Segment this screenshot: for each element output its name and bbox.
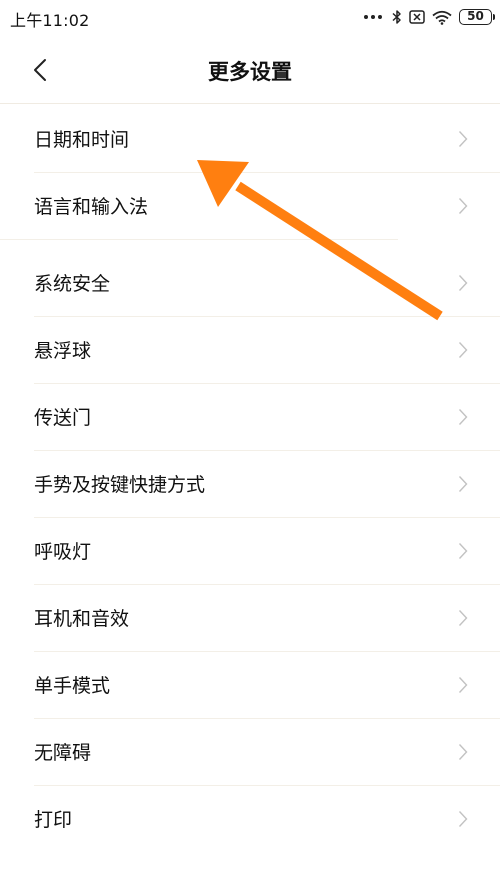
settings-item-label: 呼吸灯 — [34, 541, 92, 563]
chevron-right-icon — [458, 676, 468, 693]
settings-item-label: 单手模式 — [34, 675, 111, 697]
settings-item-gesture-shortcuts[interactable]: 手势及按键快捷方式 — [0, 450, 500, 517]
chevron-right-icon — [458, 341, 468, 358]
settings-item-label: 传送门 — [34, 407, 92, 429]
bluetooth-icon — [392, 10, 401, 24]
settings-item-one-handed-mode[interactable]: 单手模式 — [0, 651, 500, 718]
group-divider — [0, 239, 500, 249]
settings-list: 日期和时间 语言和输入法 系统安全 悬浮球 传送门 手势及按键快捷方式 呼吸灯 — [0, 105, 500, 852]
settings-item-accessibility[interactable]: 无障碍 — [0, 718, 500, 785]
chevron-right-icon — [458, 810, 468, 827]
settings-item-label: 系统安全 — [34, 273, 111, 295]
settings-item-label: 悬浮球 — [34, 340, 92, 362]
settings-item-label: 日期和时间 — [34, 129, 130, 151]
status-icons: 50 — [357, 6, 495, 28]
settings-item-date-time[interactable]: 日期和时间 — [0, 105, 500, 172]
settings-item-label: 耳机和音效 — [34, 608, 130, 630]
chevron-right-icon — [458, 475, 468, 492]
title-bar: 更多设置 — [0, 34, 500, 104]
chevron-right-icon — [458, 130, 468, 147]
more-notifications-icon — [364, 15, 385, 19]
status-time: 上午11:02 — [10, 11, 90, 30]
settings-item-label: 语言和输入法 — [34, 196, 149, 218]
wifi-icon — [432, 10, 452, 25]
chevron-right-icon — [458, 542, 468, 559]
chevron-right-icon — [458, 197, 468, 214]
chevron-right-icon — [458, 408, 468, 425]
chevron-right-icon — [458, 609, 468, 626]
settings-item-system-security[interactable]: 系统安全 — [0, 249, 500, 316]
page-title: 更多设置 — [208, 60, 292, 84]
settings-item-portal[interactable]: 传送门 — [0, 383, 500, 450]
more-settings-screen: 上午11:02 50 更多设置 日期和时间 语言和输入法 系统安全 悬浮球 传送… — [0, 0, 500, 876]
settings-item-floating-ball[interactable]: 悬浮球 — [0, 316, 500, 383]
settings-item-print[interactable]: 打印 — [0, 785, 500, 852]
settings-item-notification-light[interactable]: 呼吸灯 — [0, 517, 500, 584]
chevron-right-icon — [458, 274, 468, 291]
status-bar: 上午11:02 50 — [0, 0, 500, 34]
settings-item-label: 打印 — [34, 809, 73, 831]
settings-item-language-input[interactable]: 语言和输入法 — [0, 172, 500, 239]
battery-icon: 50 — [459, 9, 495, 25]
settings-item-headphones-audio[interactable]: 耳机和音效 — [0, 584, 500, 651]
title-divider — [0, 103, 500, 104]
settings-item-label: 无障碍 — [34, 742, 92, 764]
no-sim-icon — [409, 10, 425, 24]
settings-item-label: 手势及按键快捷方式 — [34, 474, 206, 496]
chevron-right-icon — [458, 743, 468, 760]
